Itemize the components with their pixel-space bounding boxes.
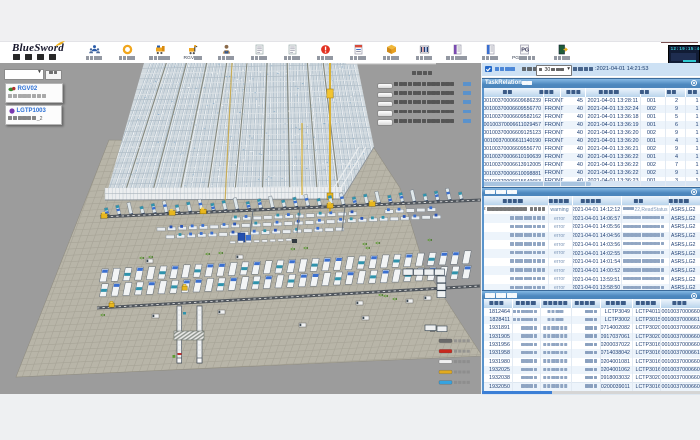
svg-text:PG: PG [521, 48, 529, 54]
